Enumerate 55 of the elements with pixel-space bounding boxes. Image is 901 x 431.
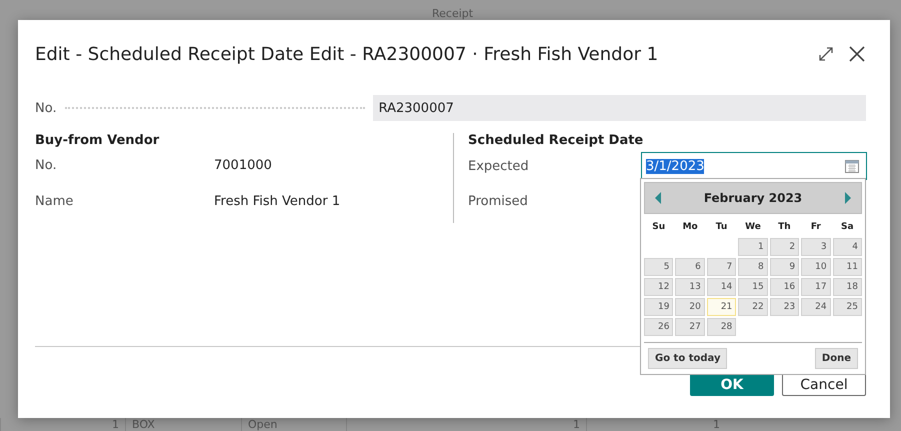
dialog-title: Edit - Scheduled Receipt Date Edit - RA2300007 · Fresh Fish Vendor 1: [35, 44, 658, 64]
calendar-day[interactable]: 26: [644, 318, 674, 336]
calendar-day[interactable]: 22: [738, 298, 768, 316]
calendar-day[interactable]: 17: [801, 278, 831, 296]
calendar-day[interactable]: 21: [706, 298, 736, 316]
weekday-label: Fr: [810, 221, 822, 234]
calendar-day[interactable]: 2: [770, 238, 800, 256]
calendar-day[interactable]: 27: [675, 318, 705, 336]
calendar-day[interactable]: 11: [832, 258, 862, 276]
calendar-day[interactable]: 19: [644, 298, 674, 316]
field-label: No.: [35, 100, 57, 116]
calendar-day[interactable]: 12: [644, 278, 674, 296]
calendar-day[interactable]: 16: [770, 278, 800, 296]
calendar-day[interactable]: 9: [770, 258, 800, 276]
calendar-day[interactable]: 28: [706, 318, 736, 336]
month-title: February 2023: [704, 191, 802, 205]
calendar-day[interactable]: 1: [738, 238, 768, 256]
field-label: Expected: [468, 158, 530, 174]
calendar-day[interactable]: 25: [832, 298, 862, 316]
expand-icon[interactable]: [818, 46, 834, 62]
weekday-label: Sa: [840, 221, 855, 234]
next-month-button[interactable]: [842, 191, 853, 205]
calendar-day[interactable]: 24: [801, 298, 831, 316]
calendar-day[interactable]: 5: [644, 258, 674, 276]
calendar-day[interactable]: 8: [738, 258, 768, 276]
weekday-label: Mo: [682, 221, 699, 234]
calendar-day[interactable]: 14: [706, 278, 736, 296]
section-heading: Buy-from Vendor: [35, 133, 160, 148]
calendar-day[interactable]: 4: [832, 238, 862, 256]
weekday-label: Tu: [714, 221, 728, 234]
calendar-day[interactable]: 15: [738, 278, 768, 296]
field-label: No.: [35, 158, 58, 174]
calendar-day[interactable]: 7: [706, 258, 736, 276]
number-field[interactable]: RA2300007: [372, 95, 866, 121]
close-icon[interactable]: [848, 45, 866, 63]
done-button[interactable]: Done: [814, 348, 858, 369]
section-heading: Scheduled Receipt Date: [468, 133, 644, 148]
calendar-day[interactable]: 6: [675, 258, 705, 276]
weekday-label: Su: [651, 221, 666, 234]
today-button[interactable]: Go to today: [648, 348, 728, 369]
calendar-day[interactable]: 23: [770, 298, 800, 316]
calendar-day[interactable]: 20: [675, 298, 705, 316]
calendar-day[interactable]: 13: [675, 278, 705, 296]
weekday-label: Th: [777, 221, 792, 234]
calendar-day[interactable]: 3: [801, 238, 831, 256]
calendar-icon[interactable]: [844, 158, 860, 174]
calendar-day[interactable]: 10: [801, 258, 831, 276]
field-label: Promised: [468, 194, 529, 209]
calendar-day[interactable]: 18: [832, 278, 862, 296]
field-label: Name: [35, 194, 74, 209]
previous-month-button[interactable]: [653, 191, 663, 205]
weekday-label: We: [744, 221, 762, 234]
column-header: Receipt: [432, 8, 474, 20]
field-value: Fresh Fish Vendor 1: [214, 194, 342, 209]
field-value: 7001000: [214, 158, 273, 174]
